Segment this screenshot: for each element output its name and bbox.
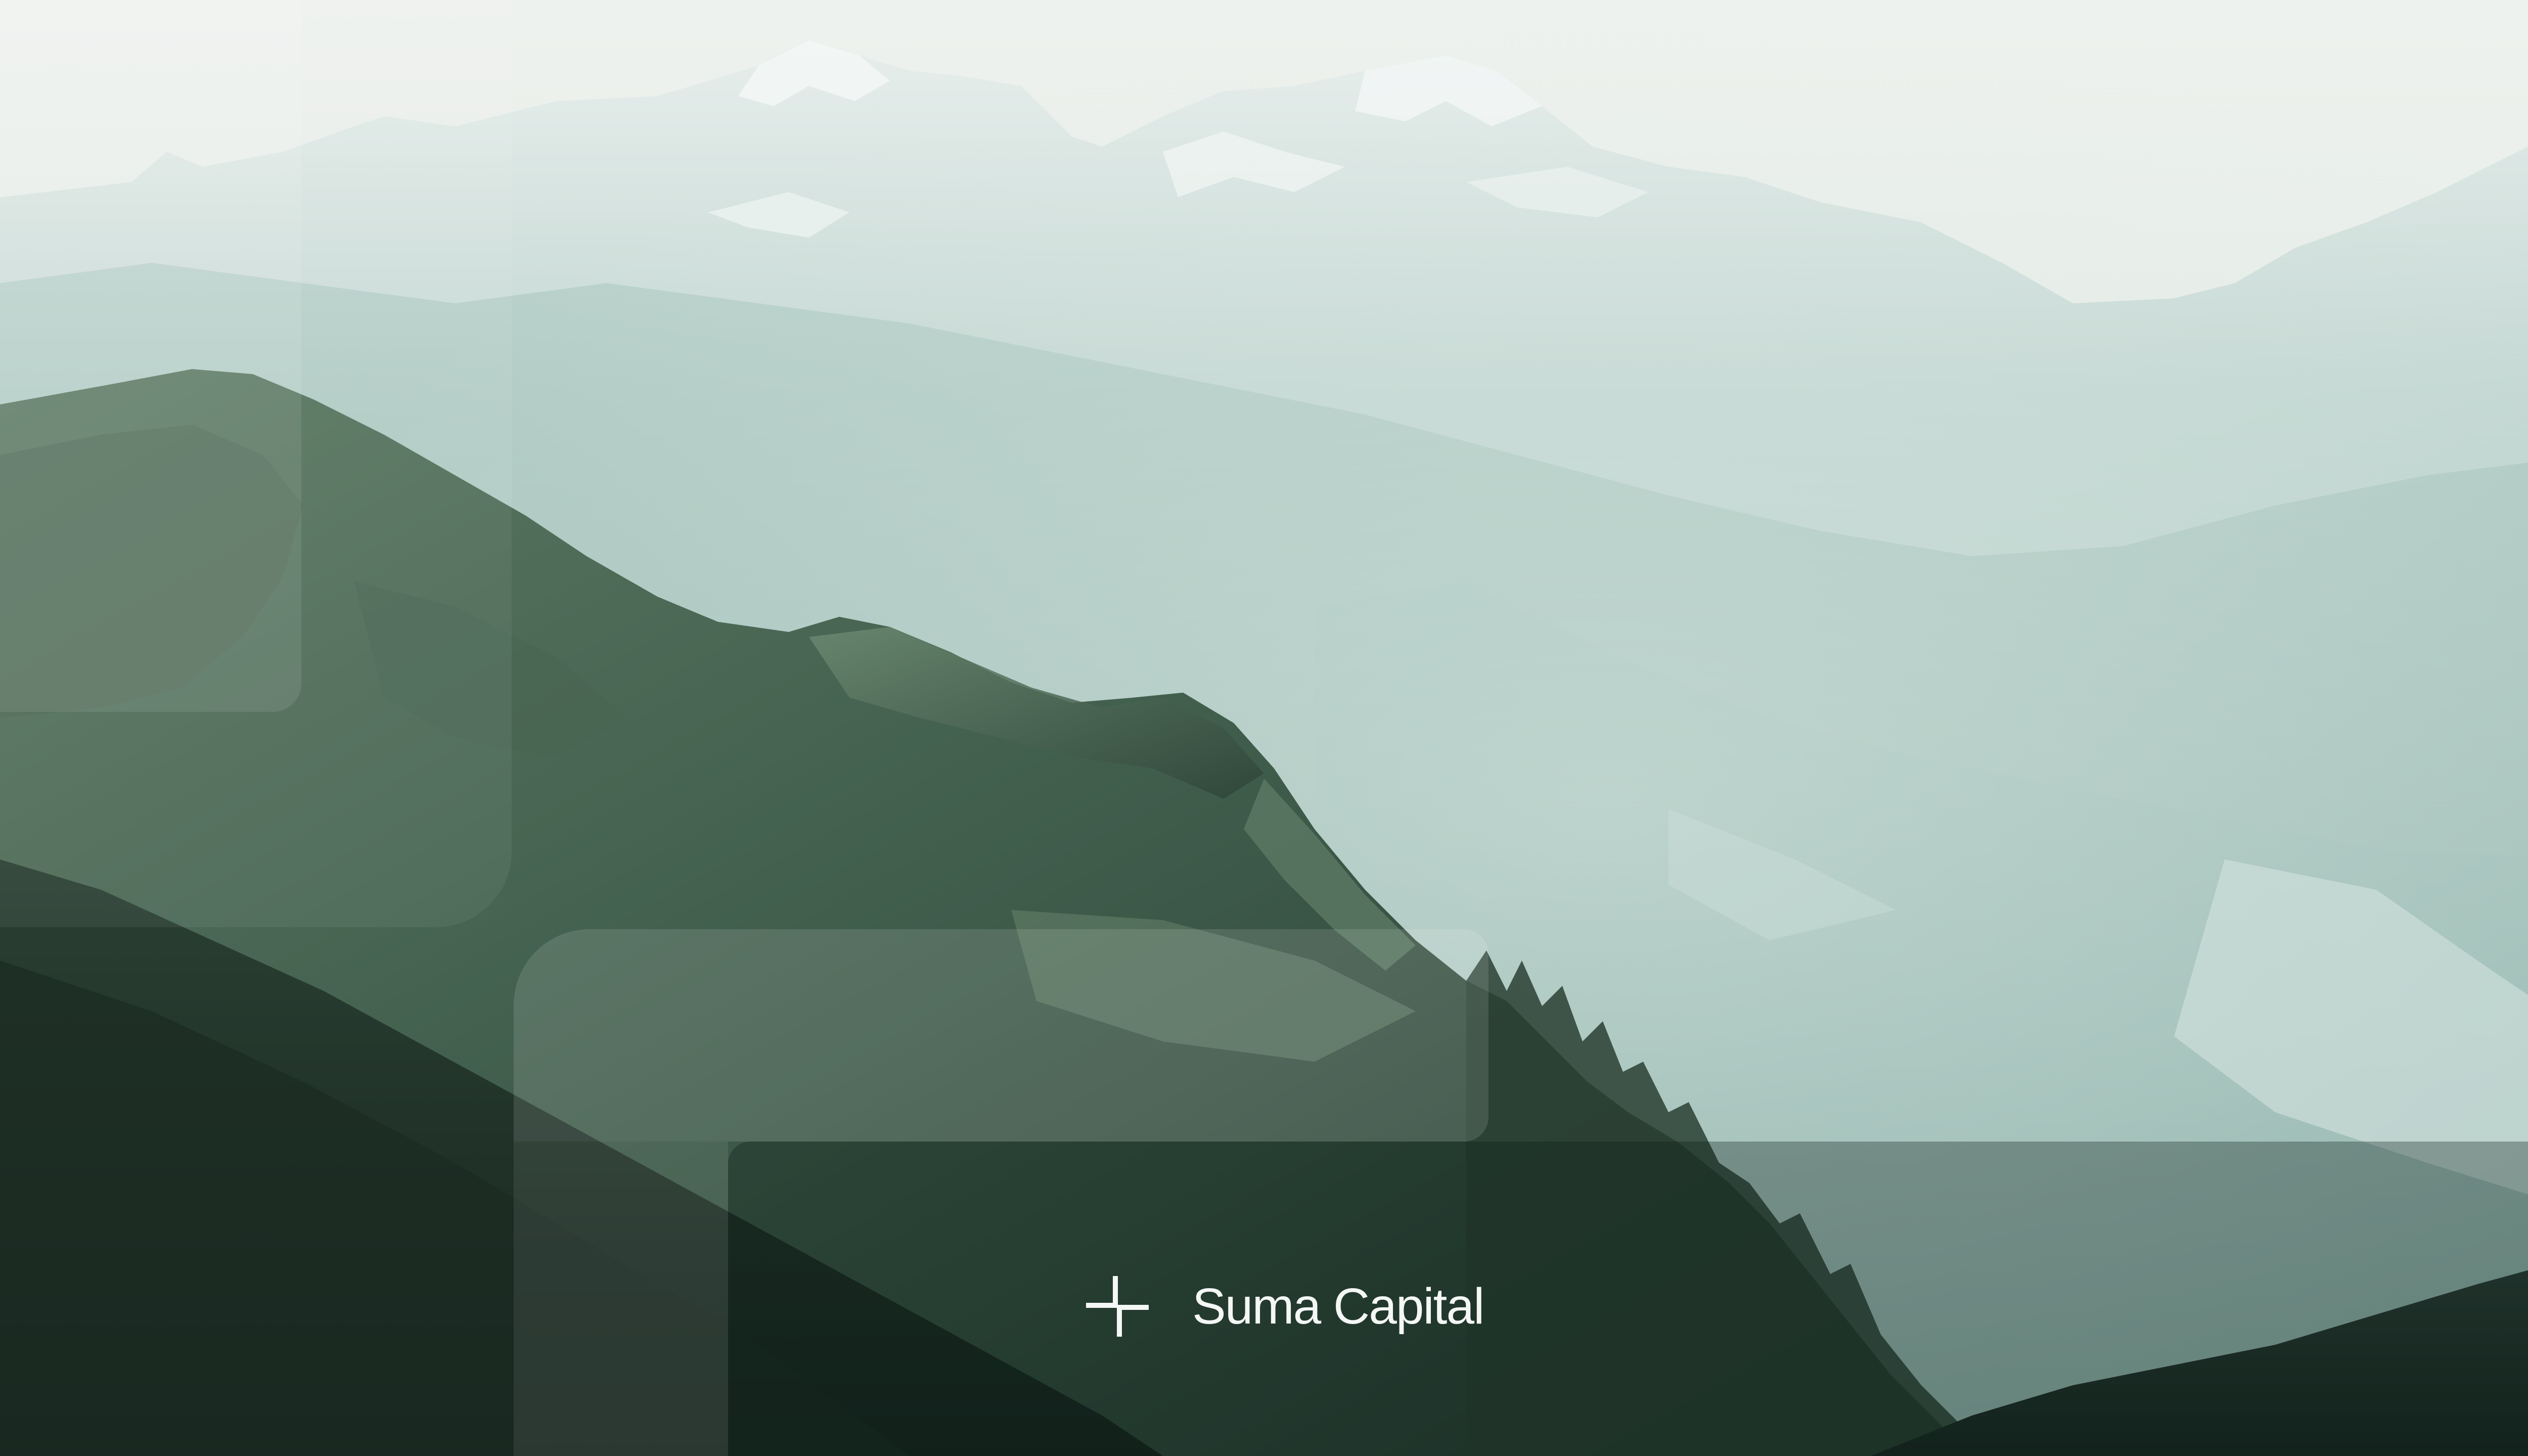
overlay-panel-bottom-dark [728,1142,2528,1456]
brand-name: Suma Capital [1192,1278,1484,1335]
overlay-panel-left-small [0,0,301,712]
brand-lockup[interactable]: Suma Capital [1086,1276,1484,1337]
hero-scene: Suma Capital [0,0,2528,1456]
overlay-panel-center [514,929,1488,1142]
overlay-panel-bottom-strip [514,1142,728,1456]
suma-corner-mark-icon [1086,1276,1149,1337]
